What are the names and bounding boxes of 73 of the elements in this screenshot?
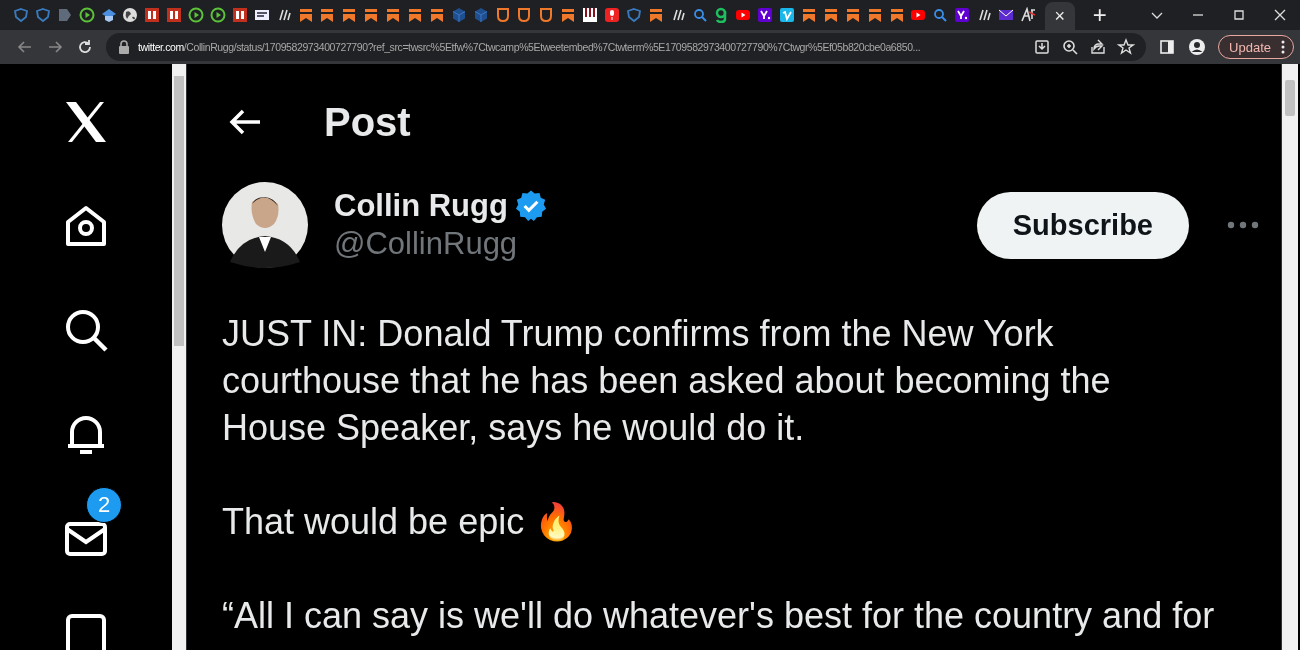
profile-icon[interactable]: [1188, 38, 1207, 56]
tab-play-icon[interactable]: [78, 7, 95, 23]
avatar[interactable]: [222, 182, 308, 268]
lock-icon: [118, 40, 130, 54]
envelope-icon[interactable]: [65, 522, 107, 556]
post-text: “All I can say is we'll do whatever's best for the country and for: [222, 594, 1216, 638]
page-title: Post: [324, 99, 411, 145]
share-icon[interactable]: [1089, 38, 1108, 56]
tab-play-icon[interactable]: [209, 7, 226, 23]
tab-bookmark-icon[interactable]: [844, 7, 861, 23]
tab-play-button-icon[interactable]: [910, 7, 927, 23]
tab-envelope-icon[interactable]: [998, 7, 1014, 23]
tab-bookmark-icon[interactable]: [428, 7, 445, 23]
post-text: JUST IN: Donald Trump confirms from the New York courthouse that he has been asked about becoming the House Speaker, says he would do it.: [222, 312, 1112, 450]
tab-shield-icon[interactable]: [625, 7, 642, 23]
install-icon[interactable]: [1033, 38, 1052, 56]
tab-pocket-icon[interactable]: [516, 7, 533, 23]
scrollbar[interactable]: [1282, 64, 1298, 650]
tab-piano-icon[interactable]: [582, 7, 599, 23]
tab-square-logo-icon[interactable]: [144, 7, 161, 23]
tab-bookmark-icon[interactable]: [385, 7, 402, 23]
tab-search-icon[interactable]: [691, 7, 708, 23]
tab-square-logo-icon[interactable]: [779, 7, 796, 23]
tab-bookmark-icon[interactable]: [319, 7, 336, 23]
tab-microphone-icon[interactable]: [604, 7, 620, 23]
tab-search-icon[interactable]: [932, 7, 949, 23]
back-arrow-icon[interactable]: [228, 108, 262, 136]
tab-letters-logo-icon[interactable]: [1019, 7, 1036, 23]
tab-square-logo-icon[interactable]: [231, 7, 248, 23]
tab-bookmark-icon[interactable]: [560, 7, 577, 23]
star-icon[interactable]: [1117, 38, 1136, 56]
zoom-icon[interactable]: [1061, 38, 1080, 56]
tab-square-logo-icon[interactable]: [954, 7, 971, 23]
post-text: That would be epic 🔥: [222, 500, 581, 544]
tab-bookmark-icon[interactable]: [647, 7, 664, 23]
tab-globe-icon[interactable]: [122, 7, 139, 23]
author-name[interactable]: Collin Rugg: [334, 188, 508, 224]
address-bar[interactable]: twitter.com/CollinRugg/status/1709582973400727790?ref_src=twsrc%5Etfw%7Ctwcamp%5Etweetembed%7Ctwterm%5E1709582973400727790%7Ctwgr%5Ef05b820cbe0a6850...: [106, 33, 1147, 61]
reload-icon[interactable]: [76, 38, 94, 56]
author-handle[interactable]: @CollinRugg: [334, 226, 951, 262]
tab-pocket-icon[interactable]: [494, 7, 511, 23]
tab-bookmark-icon[interactable]: [363, 7, 380, 23]
update-button[interactable]: Update: [1218, 35, 1294, 59]
tab-bookmark-icon[interactable]: [822, 7, 839, 23]
tab-play-icon[interactable]: [188, 7, 205, 23]
tab-bookmark-icon[interactable]: [866, 7, 883, 23]
tab-bookmark-icon[interactable]: [801, 7, 817, 23]
tab-slanted-lines-icon[interactable]: [976, 7, 993, 23]
tab-bookmark-icon[interactable]: [297, 7, 314, 23]
subscribe-button[interactable]: Subscribe: [976, 191, 1189, 259]
tab-cube-icon[interactable]: [472, 7, 489, 23]
more-vertical-icon[interactable]: [1281, 40, 1285, 54]
tab-shield-icon[interactable]: [12, 7, 29, 23]
tab-pocket-icon[interactable]: [538, 7, 555, 23]
tab-graduation-cap-icon[interactable]: [100, 7, 117, 23]
new-tab-button[interactable]: +: [1092, 3, 1107, 27]
notification-badge: 2: [86, 487, 122, 523]
tab-newspaper-icon[interactable]: [253, 7, 270, 23]
tab-cube-icon[interactable]: [450, 7, 467, 23]
scrollbar[interactable]: [172, 64, 186, 650]
tab-shield-icon[interactable]: [34, 7, 51, 23]
close-tab-button[interactable]: ×: [1054, 7, 1066, 25]
tab-tag-icon[interactable]: [56, 7, 73, 23]
tab-bookmark-icon[interactable]: [406, 7, 423, 23]
more-icon[interactable]: [1227, 221, 1259, 229]
tab-square-logo-icon[interactable]: [757, 7, 774, 23]
tab-bookmark-icon[interactable]: [888, 7, 905, 23]
tab-bookmark-icon[interactable]: [341, 7, 358, 23]
tab-play-button-icon[interactable]: [735, 7, 752, 23]
tab-square-logo-icon[interactable]: [166, 7, 183, 23]
url-text[interactable]: twitter.com/CollinRugg/status/1709582973400727790?ref_src=twsrc%5Etfw%7Ctwcamp%5Etweetembed%7Ctwterm%5E1709582973400727790%7Ctwgr%5Ef05b820cbe0a6850...: [138, 41, 1027, 53]
active-tab[interactable]: ×: [1044, 2, 1075, 30]
side-panel-icon[interactable]: [1158, 38, 1177, 56]
